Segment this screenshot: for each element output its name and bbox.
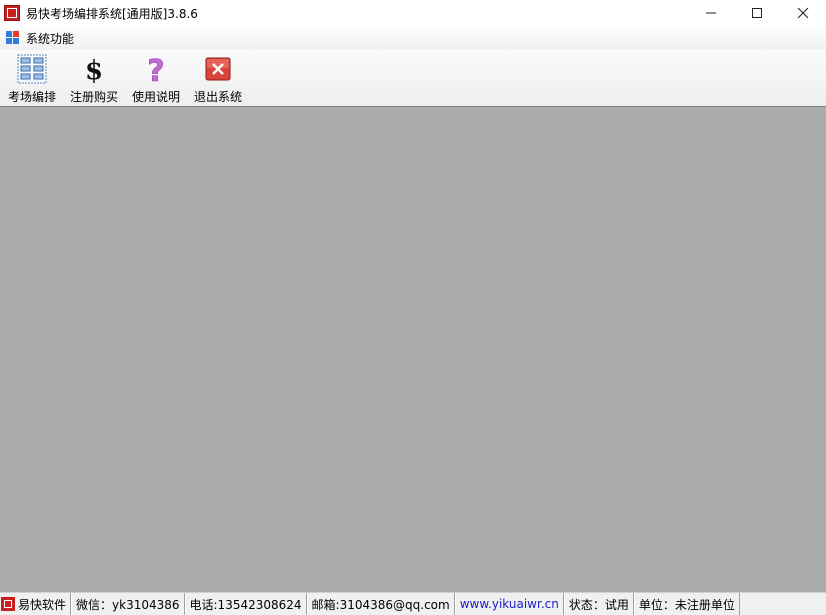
exit-system-button[interactable]: 退出系统 — [188, 50, 248, 106]
status-phone: 电话:13542308624 — [184, 593, 307, 615]
toolbar: 考场编排 $ 注册购买 ? 使用说明 退出系统 — [0, 50, 826, 107]
exam-arrangement-label: 考场编排 — [7, 90, 56, 104]
website-text: www.yikuaiwr.cn — [459, 597, 559, 611]
window-title: 易快考场编排系统[通用版]3.8.6 — [26, 6, 198, 21]
exit-system-label: 退出系统 — [193, 90, 242, 104]
unit-text: 单位：未注册单位 — [638, 597, 735, 612]
state-text: 状态：试用 — [568, 597, 629, 612]
exit-x-icon — [203, 54, 233, 84]
windows-grid-icon — [6, 31, 20, 45]
minimize-icon — [706, 12, 716, 14]
status-unit: 单位：未注册单位 — [633, 593, 740, 615]
app-logo-icon — [4, 5, 20, 21]
user-guide-label: 使用说明 — [131, 90, 180, 104]
email-text: 邮箱:3104386@qq.com — [311, 597, 450, 612]
status-state: 状态：试用 — [563, 593, 634, 615]
status-company: 易快软件 — [0, 593, 72, 615]
menu-system-functions[interactable]: 系统功能 — [6, 30, 74, 47]
maximize-button[interactable] — [734, 0, 780, 26]
close-button[interactable] — [780, 0, 826, 26]
register-purchase-button[interactable]: $ 注册购买 — [64, 50, 124, 106]
minimize-button[interactable] — [688, 0, 734, 26]
status-website-link[interactable]: www.yikuaiwr.cn — [454, 593, 564, 615]
menu-label: 系统功能 — [26, 31, 75, 46]
dollar-icon: $ — [79, 54, 109, 84]
maximize-icon — [752, 8, 762, 18]
user-guide-button[interactable]: ? 使用说明 — [126, 50, 186, 106]
company-label: 易快软件 — [18, 597, 67, 612]
status-bar: 易快软件 微信：yk3104386 电话:13542308624 邮箱:3104… — [0, 592, 826, 615]
window-controls — [688, 0, 826, 26]
status-email: 邮箱:3104386@qq.com — [306, 593, 455, 615]
phone-text: 电话:13542308624 — [189, 597, 302, 612]
question-icon: ? — [141, 54, 171, 84]
svg-text:$: $ — [85, 56, 103, 84]
seating-grid-icon — [17, 54, 47, 84]
close-icon — [797, 7, 809, 19]
register-purchase-label: 注册购买 — [69, 90, 118, 104]
svg-text:?: ? — [147, 54, 164, 84]
menu-bar: 系统功能 — [0, 26, 826, 50]
app-logo-icon — [1, 597, 15, 611]
status-wechat: 微信：yk3104386 — [71, 593, 185, 615]
exam-arrangement-button[interactable]: 考场编排 — [2, 50, 62, 106]
wechat-text: 微信：yk3104386 — [76, 597, 180, 612]
mdi-workspace — [0, 107, 826, 591]
title-bar: 易快考场编排系统[通用版]3.8.6 — [0, 0, 826, 26]
